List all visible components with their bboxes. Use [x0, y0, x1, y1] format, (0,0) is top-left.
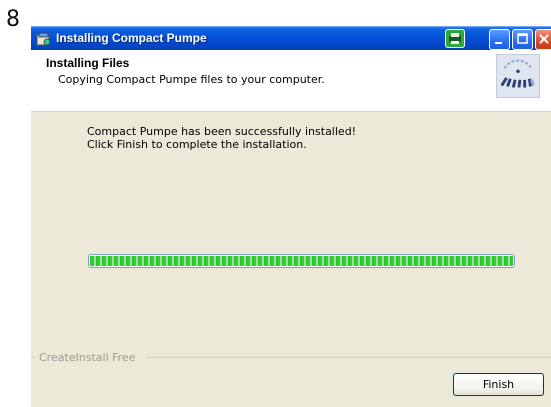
installer-icon — [36, 32, 51, 46]
close-button[interactable] — [535, 29, 551, 50]
progress-fill — [90, 256, 513, 266]
completion-message: Compact Pumpe has been successfully inst… — [87, 125, 356, 151]
message-line-1: Compact Pumpe has been successfully inst… — [87, 125, 357, 138]
brand-label: CreateInstall Free — [39, 351, 136, 364]
setup-logo-icon — [496, 54, 540, 98]
header-title: Installing Files — [46, 56, 130, 70]
title-bar[interactable]: Installing Compact Pumpe — [31, 26, 551, 50]
finish-button[interactable]: Finish — [453, 373, 544, 396]
progress-bar — [88, 254, 515, 268]
maximize-button[interactable] — [512, 29, 533, 50]
installer-window: Installing Compact Pumpe Installing File… — [31, 26, 551, 407]
step-number: 8 — [6, 7, 20, 32]
printer-icon[interactable] — [445, 29, 465, 48]
window-title: Installing Compact Pumpe — [56, 31, 207, 45]
maximize-icon — [517, 33, 528, 44]
group-divider — [31, 357, 35, 358]
message-line-2: Click Finish to complete the installatio… — [87, 138, 307, 151]
minimize-icon — [495, 42, 502, 44]
wizard-header: Installing Files Copying Compact Pumpe f… — [31, 50, 551, 112]
close-icon — [539, 34, 549, 44]
header-subtitle: Copying Compact Pumpe files to your comp… — [58, 73, 325, 86]
minimize-button[interactable] — [489, 29, 510, 50]
group-divider — [147, 357, 551, 358]
